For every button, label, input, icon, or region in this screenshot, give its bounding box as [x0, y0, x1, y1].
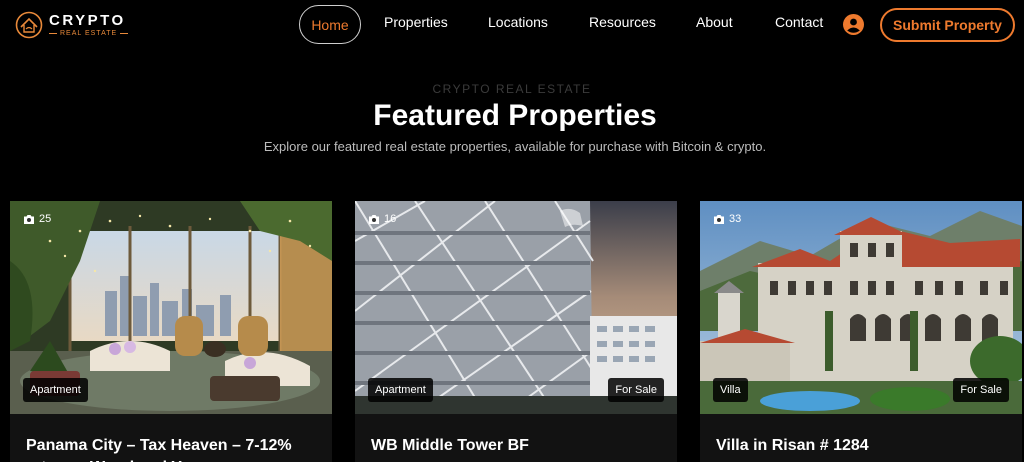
property-title[interactable]: Panama City – Tax Heaven – 7-12% return … — [26, 435, 316, 462]
property-type-tag[interactable]: Apartment — [368, 378, 433, 402]
house-logo-icon — [15, 11, 43, 39]
property-type-tag[interactable]: Villa — [713, 378, 748, 402]
camera-icon — [24, 214, 34, 224]
property-type-tag[interactable]: Apartment — [23, 378, 88, 402]
nav-locations[interactable]: Locations — [488, 14, 548, 30]
photo-count: 16 — [368, 213, 396, 225]
page-title: Featured Properties — [373, 99, 657, 132]
section-subtitle: Explore our featured real estate propert… — [263, 139, 767, 154]
nav-about[interactable]: About — [696, 14, 733, 30]
nav-resources[interactable]: Resources — [589, 14, 656, 30]
nav-properties[interactable]: Properties — [384, 14, 448, 30]
brand-name: CRYPTO — [49, 12, 126, 29]
photo-count-value: 25 — [39, 213, 52, 225]
property-card[interactable]: 25 Apartment Panama City – Tax Heaven – … — [10, 201, 332, 462]
section-eyebrow: CRYPTO REAL ESTATE — [432, 82, 592, 96]
camera-icon — [714, 214, 724, 224]
property-card[interactable]: 16 Apartment For Sale WB Middle Tower BF — [355, 201, 677, 462]
property-card[interactable]: 33 Villa For Sale Villa in Risan # 1284 — [700, 201, 1022, 462]
camera-icon — [369, 214, 379, 224]
brand-subname: REAL ESTATE — [60, 30, 118, 37]
photo-count-value: 16 — [384, 213, 397, 225]
photo-count: 25 — [23, 213, 51, 225]
brand-logo[interactable]: CRYPTO REAL ESTATE — [15, 11, 129, 39]
property-title[interactable]: WB Middle Tower BF — [371, 435, 661, 457]
user-circle-icon[interactable] — [843, 14, 864, 35]
property-title[interactable]: Villa in Risan # 1284 — [716, 435, 1006, 457]
sale-status-tag[interactable]: For Sale — [608, 378, 664, 402]
photo-count: 33 — [713, 213, 741, 225]
nav-contact[interactable]: Contact — [775, 14, 823, 30]
submit-property-button[interactable]: Submit Property — [880, 8, 1015, 42]
photo-count-value: 33 — [729, 213, 742, 225]
nav-home[interactable]: Home — [299, 5, 361, 44]
top-nav: CRYPTO REAL ESTATE Home Properties Locat… — [0, 0, 1024, 50]
sale-status-tag[interactable]: For Sale — [953, 378, 1009, 402]
